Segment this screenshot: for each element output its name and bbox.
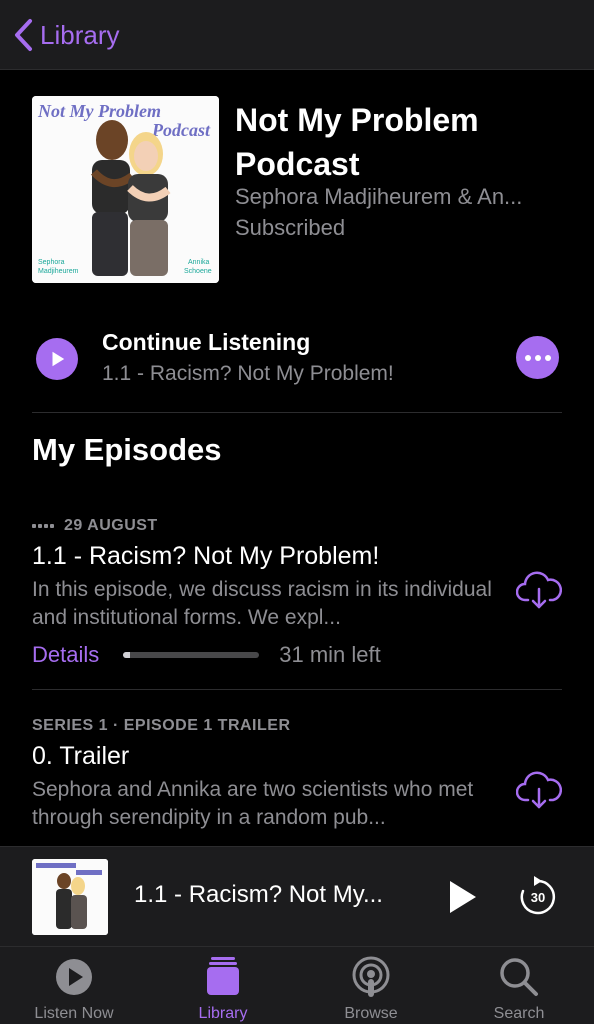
tab-search[interactable]: Search xyxy=(459,955,579,1024)
episode-meta: SERIES 1 · EPISODE 1 TRAILER xyxy=(32,716,562,736)
tab-label: Library xyxy=(198,1005,248,1022)
tab-library[interactable]: Library xyxy=(163,955,283,1024)
artwork-host2-line2: Schoene xyxy=(184,268,212,275)
continue-play-button[interactable] xyxy=(36,338,78,380)
download-cloud-icon[interactable] xyxy=(516,570,562,610)
tab-bar: Listen Now Library Browse Search xyxy=(0,946,594,1024)
tab-label: Search xyxy=(493,1005,545,1022)
divider xyxy=(32,689,562,690)
podcast-antenna-icon xyxy=(352,956,390,997)
ellipsis-icon xyxy=(524,354,531,361)
subscription-status: Subscribed xyxy=(235,215,346,240)
time-left: 31 min left xyxy=(279,642,381,667)
episode-meta: 29 AUGUST xyxy=(32,516,562,536)
episode-series-label: SERIES 1 · EPISODE 1 TRAILER xyxy=(32,717,291,734)
podcast-authors[interactable]: Sephora Madjiheurem & An... xyxy=(235,184,565,210)
search-icon xyxy=(500,958,538,996)
podcast-header: Not My Problem Podcast Sephora Madjiheur… xyxy=(32,96,562,286)
episode-description: In this episode, we discuss racism in it… xyxy=(32,578,492,629)
play-icon[interactable] xyxy=(444,877,480,917)
mini-player-title: 1.1 - Racism? Not My... xyxy=(134,881,383,908)
episode-footer: Details 31 min left xyxy=(32,640,502,670)
svg-text:30: 30 xyxy=(531,890,545,905)
artwork-title-line2: Podcast xyxy=(151,120,211,140)
progress-fill xyxy=(123,652,131,658)
artwork-title-line1: Not My Problem xyxy=(37,101,161,121)
episode-description: Sephora and Annika are two scientists wh… xyxy=(32,778,474,829)
tab-label: Browse xyxy=(344,1005,398,1022)
ellipsis-dot xyxy=(534,354,541,361)
artwork-host1-line2: Madjiheurem xyxy=(38,268,79,275)
chevron-left-icon xyxy=(15,19,32,51)
podcast-title: Not My Problem Podcast xyxy=(235,102,479,182)
back-button[interactable]: Library xyxy=(12,16,119,54)
navigation-bar: Library xyxy=(0,0,594,70)
mini-player-artwork xyxy=(32,859,108,935)
artwork-host1-line1: Sephora xyxy=(38,259,65,266)
tab-label: Listen Now xyxy=(34,1005,114,1022)
podcast-artwork: Not My Problem Podcast Sephora Madjiheur… xyxy=(32,96,219,283)
skip-forward-30-icon[interactable]: 30 xyxy=(516,875,560,919)
details-link[interactable]: Details xyxy=(32,642,99,668)
back-button-label: Library xyxy=(40,19,120,50)
more-button[interactable] xyxy=(516,336,559,379)
download-cloud-icon[interactable] xyxy=(516,770,562,810)
continue-listening-label: Continue Listening xyxy=(102,329,311,355)
play-icon xyxy=(52,351,65,367)
tab-listen-now[interactable]: Listen Now xyxy=(14,955,134,1024)
ellipsis-dot xyxy=(544,354,551,361)
continue-listening[interactable]: Continue Listening 1.1 - Racism? Not My … xyxy=(32,324,562,394)
progress-bar xyxy=(123,652,260,658)
episode-row[interactable]: 29 AUGUST 1.1 - Racism? Not My Problem! … xyxy=(32,516,562,676)
mini-player[interactable]: 1.1 - Racism? Not My... 30 xyxy=(0,846,594,946)
section-title: My Episodes xyxy=(32,432,222,467)
continue-episode-title: 1.1 - Racism? Not My Problem! xyxy=(102,362,394,385)
artwork-host2-line1: Annika xyxy=(188,259,210,266)
library-stack-icon xyxy=(207,957,239,995)
play-circle-icon xyxy=(56,959,92,995)
in-progress-dots-icon xyxy=(32,524,56,528)
episode-date: 29 AUGUST xyxy=(64,517,158,534)
episode-title: 0. Trailer xyxy=(32,742,130,770)
episode-title: 1.1 - Racism? Not My Problem! xyxy=(32,542,380,570)
episode-row[interactable]: SERIES 1 · EPISODE 1 TRAILER 0. Trailer … xyxy=(32,716,562,846)
tab-browse[interactable]: Browse xyxy=(311,955,431,1024)
divider xyxy=(32,412,562,413)
